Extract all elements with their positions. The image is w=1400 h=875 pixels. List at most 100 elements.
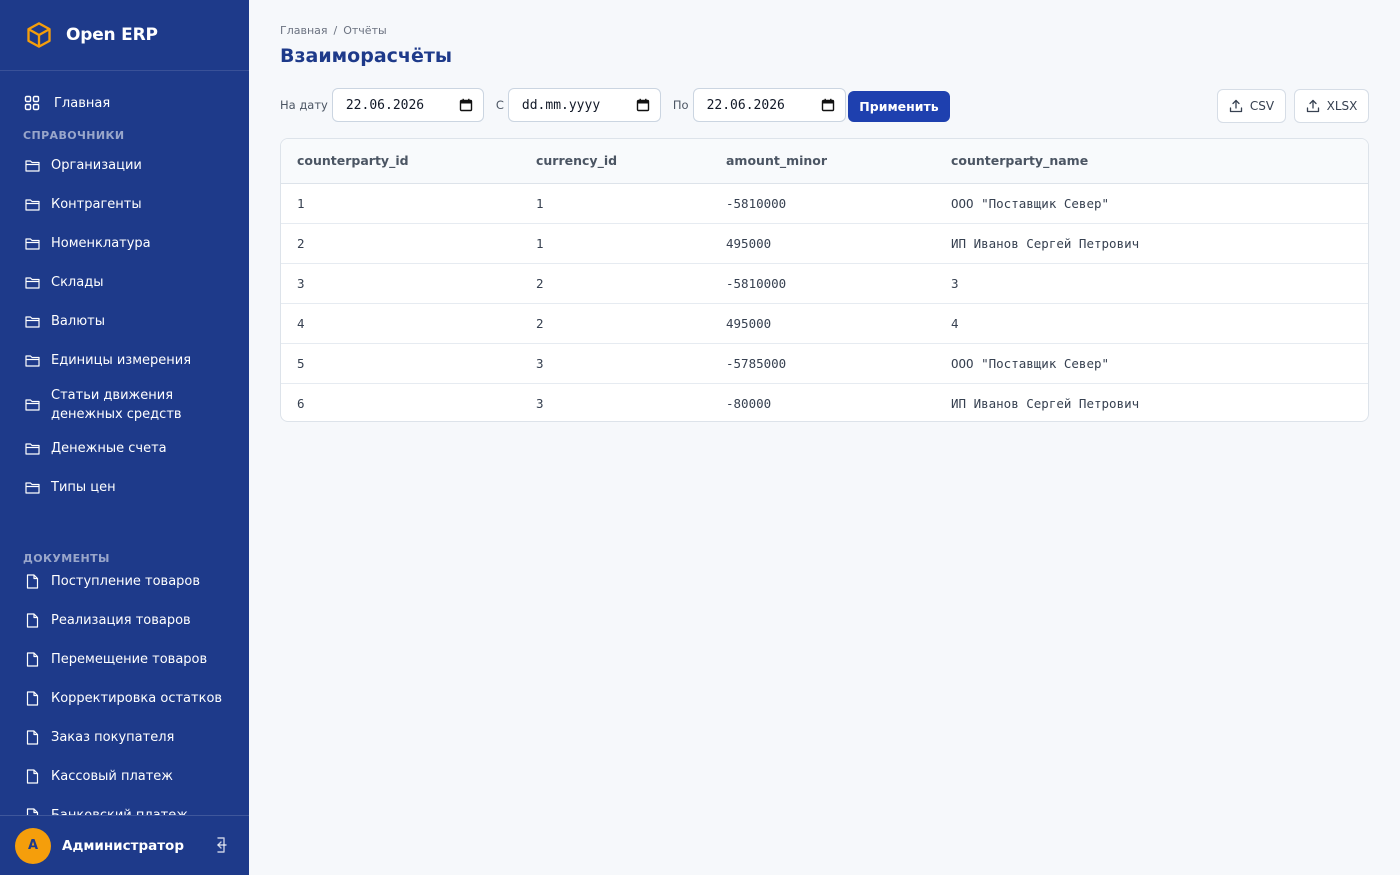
- table-cell: 4: [281, 303, 520, 344]
- sidebar-item[interactable]: Склады: [0, 263, 249, 302]
- document-icon: [24, 730, 40, 746]
- from-date-input[interactable]: dd.mm.yyyy: [507, 88, 661, 122]
- from-date-value: dd.mm.yyyy: [521, 97, 601, 113]
- sidebar-item[interactable]: Контрагенты: [0, 185, 249, 224]
- column-header[interactable]: counterparty_id: [281, 139, 520, 184]
- sidebar-item-label: Денежные счета: [51, 441, 167, 456]
- sidebar-item-label: Перемещение товаров: [51, 652, 208, 667]
- export-xlsx-button[interactable]: XLSX: [1294, 89, 1369, 123]
- table-row[interactable]: 3 2 -5810000 3: [281, 263, 1368, 304]
- table-cell: 3: [935, 263, 1368, 304]
- folder-icon: [24, 158, 40, 174]
- document-icon: [24, 574, 40, 590]
- sidebar-item-label: Реализация товаров: [51, 613, 191, 628]
- calendar-icon[interactable]: [636, 98, 650, 112]
- sidebar-item[interactable]: Единицы измерения: [0, 341, 249, 380]
- page-title: Взаиморасчёты: [280, 45, 453, 67]
- sidebar-item-label: Поступление товаров: [51, 574, 201, 589]
- table-row[interactable]: 2 1 495000 ИП Иванов Сергей Петрович: [281, 223, 1368, 264]
- table-row[interactable]: 1 1 -5810000 ООО "Поставщик Север": [281, 183, 1368, 224]
- sidebar: Open ERP Главная СПРАВОЧНИКИ Организации…: [0, 0, 249, 875]
- document-icon: [24, 652, 40, 668]
- table-cell: 2: [520, 263, 710, 304]
- document-icon: [24, 769, 40, 785]
- document-icon: [24, 691, 40, 707]
- column-header[interactable]: counterparty_name: [935, 139, 1368, 184]
- sidebar-item[interactable]: Денежные счета: [0, 429, 249, 468]
- avatar[interactable]: А: [15, 827, 51, 864]
- sidebar-item-label: Контрагенты: [51, 197, 142, 212]
- cube-logo-icon: [24, 20, 54, 50]
- on-date-value: 22.06.2026: [345, 97, 425, 113]
- sidebar-item[interactable]: Реализация товаров: [0, 601, 249, 640]
- sidebar-item[interactable]: Номенклатура: [0, 224, 249, 263]
- sidebar-item-label-line: Статьи движения: [51, 387, 174, 403]
- sidebar-item[interactable]: Поступление товаров: [0, 562, 249, 601]
- on-date-input[interactable]: 22.06.2026: [331, 88, 484, 122]
- brand[interactable]: Open ERP: [0, 0, 249, 71]
- logout-icon[interactable]: [213, 836, 229, 854]
- export-csv-button[interactable]: CSV: [1217, 89, 1286, 123]
- sidebar-item[interactable]: Валюты: [0, 302, 249, 341]
- grid-icon: [24, 95, 40, 111]
- table-row[interactable]: 4 2 495000 4: [281, 303, 1368, 344]
- apply-button[interactable]: Применить: [848, 91, 950, 122]
- sidebar-item-label: Корректировка остатков: [51, 691, 223, 706]
- table-cell: -80000: [726, 395, 772, 411]
- document-icon: [24, 808, 40, 815]
- table-header-row: counterparty_id currency_id amount_minor…: [281, 139, 1368, 184]
- sidebar-item[interactable]: Типы цен: [0, 468, 249, 507]
- folder-icon: [24, 397, 40, 413]
- upload-icon: [1229, 99, 1243, 113]
- table-cell: ООО "Поставщик Север": [935, 183, 1368, 224]
- sidebar-item-label: Номенклатура: [51, 236, 151, 251]
- calendar-icon[interactable]: [459, 98, 473, 112]
- sidebar-item-label: Склады: [51, 275, 104, 290]
- sidebar-item-label: Статьи движения денежных средств: [51, 386, 182, 424]
- sidebar-item[interactable]: Перемещение товаров: [0, 640, 249, 679]
- breadcrumb-separator: /: [333, 24, 338, 37]
- sidebar-item-label: Единицы измерения: [51, 353, 192, 368]
- table-row[interactable]: 5 3 -5785000 ООО "Поставщик Север": [281, 343, 1368, 384]
- table-cell: 495000: [710, 223, 935, 264]
- table-cell: ООО "Поставщик Север": [935, 343, 1368, 384]
- table-cell: ИП Иванов Сергей Петрович: [951, 395, 1140, 411]
- table-cell: 1: [520, 223, 710, 264]
- sidebar-item-home[interactable]: Главная: [0, 88, 249, 118]
- sidebar-item-label: Главная: [54, 95, 111, 111]
- main-content: Главная / Отчёты Взаиморасчёты На дату 22.…: [249, 0, 1400, 875]
- sidebar-item[interactable]: Организации: [0, 146, 249, 185]
- to-date-input[interactable]: 22.06.2026: [692, 88, 846, 122]
- sidebar-item-label: Валюты: [51, 314, 105, 329]
- table-cell: 1: [281, 183, 520, 224]
- column-header[interactable]: amount_minor: [710, 139, 935, 184]
- sidebar-item-label: Организации: [51, 158, 142, 173]
- breadcrumb-current[interactable]: Отчёты: [343, 24, 386, 37]
- table-cell: -5810000: [710, 263, 935, 304]
- sidebar-item[interactable]: Кассовый платеж: [0, 757, 249, 796]
- sidebar-section-references: СПРАВОЧНИКИ: [23, 129, 125, 142]
- table-cell: 3: [536, 395, 544, 411]
- sidebar-item[interactable]: Заказ покупателя: [0, 718, 249, 757]
- upload-icon: [1306, 99, 1320, 113]
- column-header[interactable]: currency_id: [520, 139, 710, 184]
- document-icon: [24, 613, 40, 629]
- table-cell: -5810000: [710, 183, 935, 224]
- sidebar-item[interactable]: Банковский платеж: [0, 796, 249, 815]
- table-row[interactable]: 6 3 -80000 ИП Иванов Сергей Петрович: [281, 383, 1368, 421]
- sidebar-item[interactable]: Корректировка остатков: [0, 679, 249, 718]
- sidebar-item-label: Типы цен: [51, 480, 116, 495]
- user-name[interactable]: Администратор: [62, 838, 184, 854]
- sidebar-item-label: Кассовый платеж: [51, 769, 174, 784]
- breadcrumb-home[interactable]: Главная: [280, 24, 328, 37]
- breadcrumb: Главная / Отчёты: [280, 24, 387, 37]
- on-date-label: На дату: [280, 98, 328, 112]
- calendar-icon[interactable]: [821, 98, 835, 112]
- export-xlsx-label: XLSX: [1326, 99, 1358, 113]
- export-csv-label: CSV: [1249, 99, 1275, 113]
- sidebar-item[interactable]: Статьи движения денежных средств: [0, 380, 249, 429]
- table-cell: 2: [520, 303, 710, 344]
- table-cell: 5: [281, 343, 520, 384]
- from-label: С: [495, 98, 504, 112]
- table-cell: 1: [520, 183, 710, 224]
